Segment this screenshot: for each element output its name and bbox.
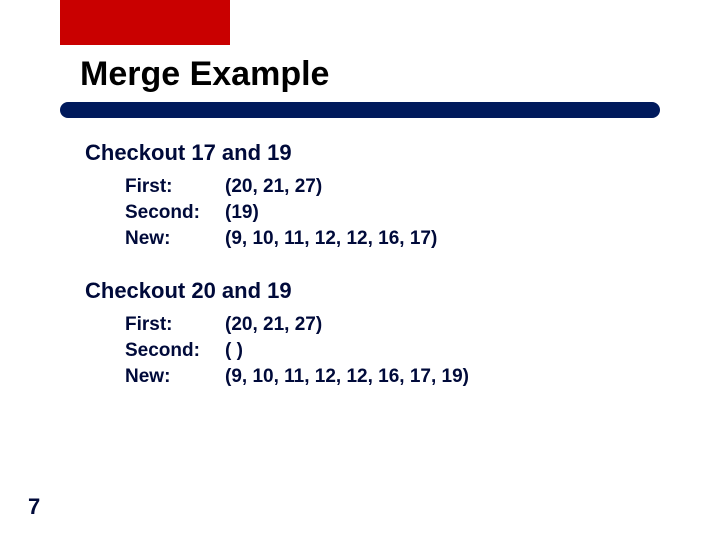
row-value: (20, 21, 27): [225, 176, 322, 198]
row-value: (20, 21, 27): [225, 314, 322, 336]
step-header-2: Checkout 20 and 19: [85, 278, 665, 304]
list-item: First: (20, 21, 27): [125, 314, 665, 336]
list-item: Second: ( ): [125, 340, 665, 362]
row-label: Second:: [125, 340, 225, 362]
list-item: First: (20, 21, 27): [125, 176, 665, 198]
row-label: First:: [125, 314, 225, 336]
list-item: New: (9, 10, 11, 12, 12, 16, 17): [125, 228, 665, 250]
page-title: Merge Example: [80, 55, 329, 94]
row-value: (9, 10, 11, 12, 12, 16, 17, 19): [225, 366, 469, 388]
row-label: New:: [125, 366, 225, 388]
content-area: Checkout 17 and 19 First: (20, 21, 27) S…: [85, 140, 665, 416]
list-item: Second: (19): [125, 202, 665, 224]
row-value: ( ): [225, 340, 243, 362]
row-label: Second:: [125, 202, 225, 224]
row-label: First:: [125, 176, 225, 198]
row-label: New:: [125, 228, 225, 250]
list-item: New: (9, 10, 11, 12, 12, 16, 17, 19): [125, 366, 665, 388]
step-header-1: Checkout 17 and 19: [85, 140, 665, 166]
step-rows-1: First: (20, 21, 27) Second: (19) New: (9…: [125, 176, 665, 250]
slide-number: 7: [28, 494, 40, 520]
row-value: (19): [225, 202, 259, 224]
decorative-red-block: [60, 0, 230, 45]
title-underline: [60, 102, 660, 118]
step-rows-2: First: (20, 21, 27) Second: ( ) New: (9,…: [125, 314, 665, 388]
row-value: (9, 10, 11, 12, 12, 16, 17): [225, 228, 437, 250]
